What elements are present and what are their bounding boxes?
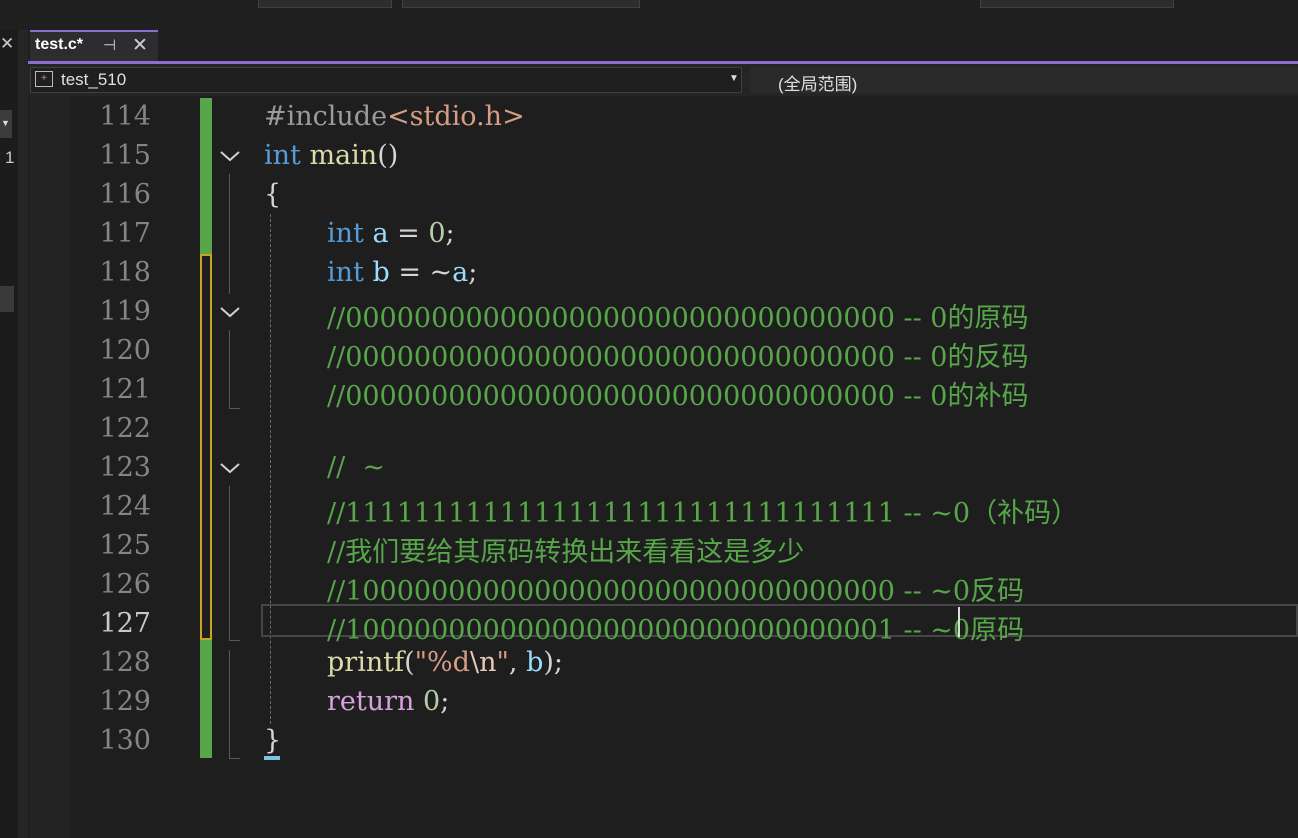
code-comment[interactable]: //00000000000000000000000000000000 -- 0的…: [327, 374, 1029, 413]
code-line[interactable]: printf("%d\n", b);: [327, 647, 563, 678]
project-name[interactable]: test_510: [61, 70, 126, 90]
line-number: 118: [99, 257, 151, 288]
tab-close-icon[interactable]: ✕: [132, 34, 148, 57]
fold-collapse-icon[interactable]: [218, 459, 242, 477]
line-number: 121: [99, 374, 151, 405]
punctuation: );: [543, 647, 563, 678]
punctuation: (): [377, 140, 399, 171]
code-comment[interactable]: //00000000000000000000000000000000 -- 0的…: [327, 296, 1029, 335]
indent-guide: [270, 214, 271, 724]
variable: a: [452, 257, 469, 288]
scope-label[interactable]: (全局范围): [778, 70, 857, 95]
code-line[interactable]: return 0;: [327, 686, 449, 717]
punctuation: ;: [440, 686, 450, 717]
brace-close: }: [264, 725, 282, 756]
line-number: 129: [99, 686, 151, 717]
code-comment[interactable]: //00000000000000000000000000000000 -- 0的…: [327, 335, 1029, 374]
line-number: 122: [99, 413, 151, 444]
code-line[interactable]: #include<stdio.h>: [264, 101, 525, 132]
code-comment[interactable]: //11111111111111111111111111111111 -- ~0…: [327, 491, 1078, 530]
fold-range-line: [229, 486, 230, 640]
panel-selected-row[interactable]: [0, 286, 14, 312]
line-number: 123: [99, 452, 151, 483]
number-literal: 0: [423, 686, 441, 717]
operator: = ~: [389, 257, 453, 288]
fold-range-end: [229, 408, 240, 409]
line-number: 117: [99, 218, 151, 249]
tab-strip: [28, 30, 1298, 62]
unsaved-changes-bar: [200, 254, 212, 640]
punctuation: ,: [508, 647, 527, 678]
code-comment[interactable]: //10000000000000000000000000000000 -- ~0…: [327, 569, 1024, 608]
brace-open: {: [264, 179, 282, 210]
fold-range-line: [229, 174, 230, 294]
line-number: 124: [99, 491, 151, 522]
function-call: printf: [327, 647, 405, 678]
fold-range-end: [229, 640, 240, 641]
punctuation: ;: [468, 257, 478, 288]
string-literal: ": [496, 647, 509, 678]
function-name: main: [300, 140, 378, 171]
escape-sequence: \n: [469, 647, 497, 678]
fold-range-line: [229, 330, 230, 408]
line-number: 120: [99, 335, 151, 366]
keyword-return: return: [327, 686, 415, 717]
code-comment[interactable]: // ~: [327, 452, 385, 483]
preprocessor-directive: #include: [264, 101, 388, 132]
chevron-down-icon: ▼: [1, 118, 10, 128]
punctuation: (: [404, 647, 415, 678]
fold-range-end: [229, 758, 240, 759]
top-toolbar: [0, 0, 1298, 30]
keyword: int: [327, 257, 364, 288]
panel-value: 1: [5, 148, 15, 167]
variable: a: [363, 218, 389, 249]
line-number: 119: [99, 296, 151, 327]
line-number: 116: [99, 179, 151, 210]
code-line[interactable]: int main(): [264, 140, 398, 171]
panel-close-icon[interactable]: ✕: [0, 34, 14, 54]
variable: b: [363, 257, 390, 288]
toolbar-search-box[interactable]: [980, 0, 1174, 8]
line-number: 114: [99, 101, 151, 132]
fold-collapse-icon[interactable]: [218, 303, 242, 321]
code-line[interactable]: }: [264, 725, 281, 756]
toolbar-dropdown-config[interactable]: [258, 0, 392, 8]
line-number: 125: [99, 530, 151, 561]
fold-collapse-icon[interactable]: [218, 147, 242, 165]
line-number: 115: [99, 140, 151, 171]
line-number-current: 127: [99, 608, 151, 639]
variable: b: [526, 647, 544, 678]
code-comment-current[interactable]: //10000000000000000000000000000001 -- ~0…: [327, 608, 1024, 647]
text-caret: [958, 607, 960, 637]
keyword: int: [264, 140, 301, 171]
editor-margin: [30, 96, 70, 838]
line-number: 128: [99, 647, 151, 678]
fold-range-line: [229, 650, 230, 758]
brace-match-marker: [264, 756, 280, 760]
include-header: <stdio.h>: [387, 101, 525, 132]
chevron-down-icon[interactable]: ▼: [729, 73, 739, 84]
code-comment[interactable]: //我们要给其原码转换出来看看这是多少: [327, 530, 804, 569]
tab-title[interactable]: test.c*: [35, 36, 83, 54]
pin-icon[interactable]: ⊣: [103, 36, 116, 54]
operator: =: [388, 218, 429, 249]
project-icon: +: [35, 71, 53, 87]
code-line[interactable]: {: [264, 179, 281, 210]
project-dropdown[interactable]: [30, 67, 742, 93]
toolbar-dropdown-platform[interactable]: [402, 0, 640, 8]
number-literal: 0: [428, 218, 446, 249]
string-literal: "%d: [414, 647, 470, 678]
keyword: int: [327, 218, 364, 249]
line-number: 126: [99, 569, 151, 600]
code-editor[interactable]: [70, 96, 1298, 838]
code-line[interactable]: int b = ~a;: [327, 257, 477, 288]
line-number: 130: [99, 725, 151, 756]
punctuation: ;: [445, 218, 455, 249]
code-line[interactable]: int a = 0;: [327, 218, 455, 249]
